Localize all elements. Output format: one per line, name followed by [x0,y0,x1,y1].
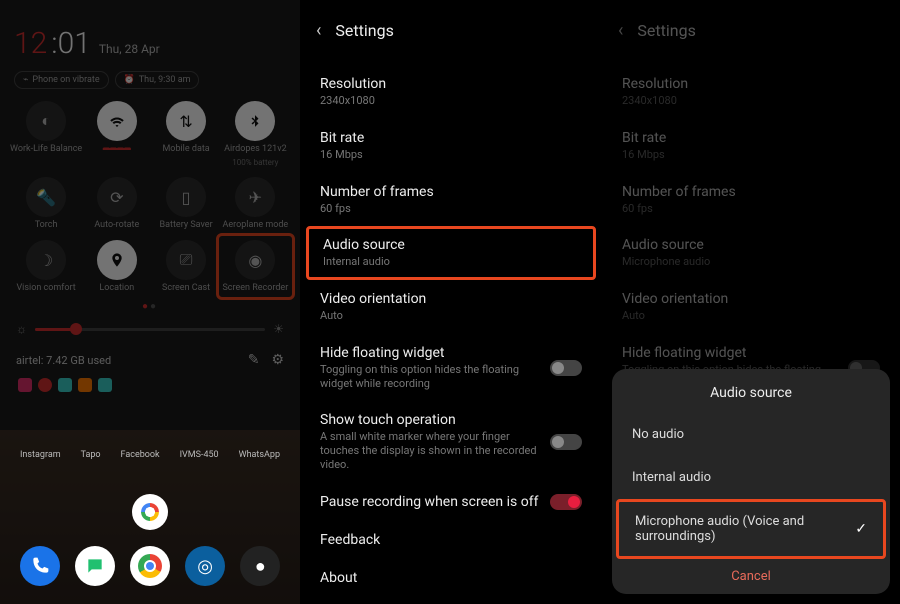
back-icon[interactable]: ‹ [618,20,623,41]
toggle-show-touch[interactable] [550,434,582,450]
back-icon[interactable]: ‹ [316,20,321,41]
setting-audio-source[interactable]: Audio source Internal audio [309,229,593,277]
dock-messages-icon[interactable] [75,546,115,586]
dock-camera-icon[interactable]: ● [240,546,280,586]
toggle-hide-widget[interactable] [550,360,582,376]
setting-show-touch[interactable]: Show touch operation A small white marke… [300,401,602,482]
setting-audio-source: Audio source Microphone audio [602,226,900,280]
toggle-pause-off[interactable] [550,494,582,510]
dialog-cancel-button[interactable]: Cancel [612,559,890,584]
setting-resolution[interactable]: Resolution 2340x1080 [300,65,602,119]
setting-about[interactable]: About [300,559,602,597]
dialog-option-internal[interactable]: Internal audio [612,456,890,499]
setting-bitrate[interactable]: Bit rate 16 Mbps [300,119,602,173]
dialog-option-microphone[interactable]: Microphone audio (Voice and surroundings… [616,499,886,559]
dock-chrome-icon[interactable] [130,546,170,586]
audio-source-dialog: Audio source No audio Internal audio Mic… [612,369,890,594]
quick-settings-panel: 12 :01 Thu, 28 Apr ⌁ Phone on vibrate ⏰ … [0,0,300,604]
google-search-button[interactable] [132,494,168,530]
setting-audio-source-highlight: Audio source Internal audio [306,226,596,280]
recorder-settings-panel: ‹ Settings Resolution 2340x1080 Bit rate… [300,0,602,604]
dialog-option-no-audio[interactable]: No audio [612,413,890,456]
page-title: Settings [637,21,695,40]
home-app-labels: Instagram Tapo Facebook IVMS-450 WhatsAp… [10,450,290,460]
setting-resolution: Resolution 2340x1080 [602,65,900,119]
setting-orientation[interactable]: Video orientation Auto [300,280,602,334]
recorder-settings-dialog-panel: ‹ Settings Resolution 2340x1080 Bit rate… [602,0,900,604]
page-title: Settings [335,21,393,40]
setting-feedback[interactable]: Feedback [300,521,602,559]
check-icon: ✓ [855,521,867,537]
setting-frames[interactable]: Number of frames 60 fps [300,173,602,227]
setting-pause-off[interactable]: Pause recording when screen is off [300,483,602,521]
dock-app-icon[interactable]: ◎ [185,546,225,586]
dock-phone-icon[interactable] [20,546,60,586]
setting-orientation: Video orientation Auto [602,280,900,334]
dialog-title: Audio source [612,385,890,413]
dock: ◎ ● [12,546,288,586]
setting-hide-widget[interactable]: Hide floating widget Toggling on this op… [300,334,602,402]
setting-bitrate: Bit rate 16 Mbps [602,119,900,173]
setting-frames: Number of frames 60 fps [602,173,900,227]
